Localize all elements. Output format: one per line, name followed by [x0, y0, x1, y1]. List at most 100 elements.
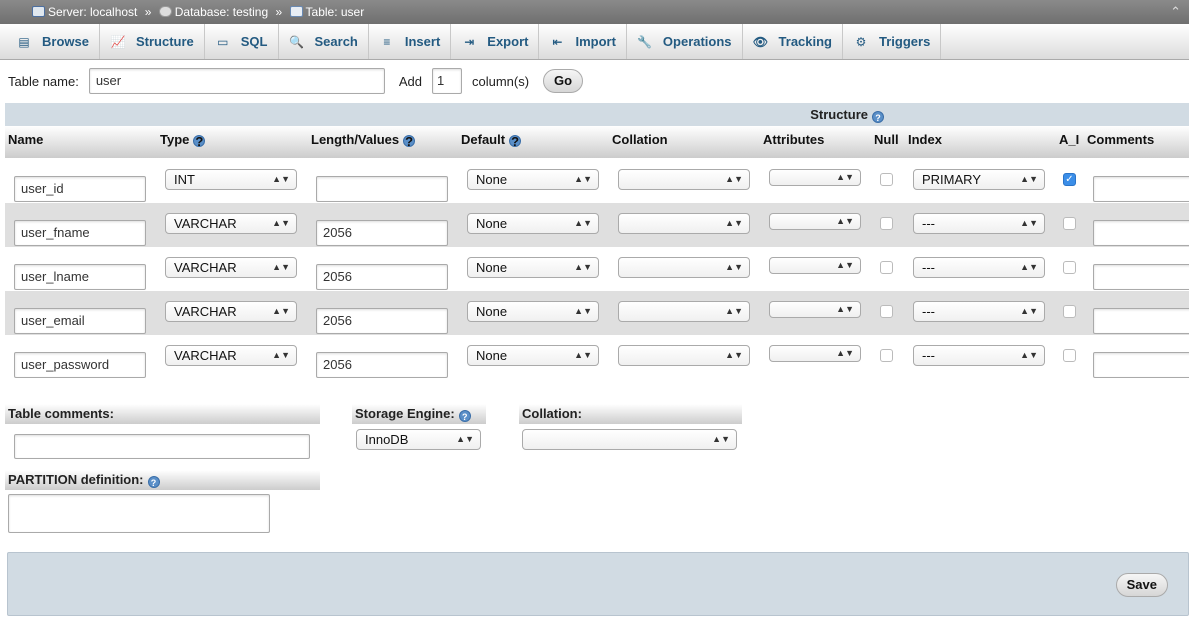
- go-button[interactable]: Go: [543, 69, 584, 93]
- column-default-select[interactable]: None ▲▼: [467, 213, 599, 234]
- storage-engine-header: Storage Engine:?: [352, 404, 486, 424]
- column-ai-checkbox[interactable]: ✓: [1063, 173, 1076, 186]
- tab-operations[interactable]: 🔧 Operations: [627, 24, 743, 59]
- column-comments-input[interactable]: [1093, 264, 1189, 290]
- column-default-select[interactable]: None ▲▼: [467, 257, 599, 278]
- column-collation-select[interactable]: ▲▼: [618, 301, 750, 322]
- column-name-input[interactable]: user_email: [14, 308, 146, 334]
- save-button[interactable]: Save: [1115, 573, 1168, 597]
- breadcrumb-database[interactable]: Database: testing: [175, 5, 268, 19]
- breadcrumb-server[interactable]: Server: localhost: [48, 5, 137, 19]
- column-index-select[interactable]: PRIMARY ▲▼: [913, 169, 1045, 190]
- column-type-select[interactable]: INT ▲▼: [165, 169, 297, 190]
- tab-insert[interactable]: ≡ Insert: [369, 24, 452, 59]
- tab-label: Insert: [404, 34, 441, 49]
- column-length-input[interactable]: [316, 176, 448, 202]
- column-default-select[interactable]: None ▲▼: [467, 301, 599, 322]
- column-default-select[interactable]: None ▲▼: [467, 169, 599, 190]
- table-row: user_password VARCHAR ▲▼ 2056 None ▲▼ ▲▼ ▲▼ --- ▲…: [5, 335, 1189, 379]
- breadcrumb-table[interactable]: Table: user: [306, 5, 365, 19]
- column-type-select[interactable]: VARCHAR ▲▼: [165, 213, 297, 234]
- column-ai-checkbox[interactable]: [1063, 349, 1076, 362]
- column-null-checkbox[interactable]: [880, 173, 893, 186]
- column-collation-select[interactable]: ▲▼: [618, 169, 750, 190]
- column-ai-checkbox[interactable]: [1063, 261, 1076, 274]
- tab-import[interactable]: ⇤ Import: [539, 24, 627, 59]
- structure-icon: 📈: [110, 34, 126, 49]
- column-default-select[interactable]: None ▲▼: [467, 345, 599, 366]
- add-count-input[interactable]: 1: [431, 68, 462, 94]
- column-index-select[interactable]: --- ▲▼: [913, 213, 1045, 234]
- column-length-input[interactable]: 2056: [316, 220, 448, 246]
- column-name-input[interactable]: user_password: [14, 352, 146, 378]
- browse-icon: ▤: [18, 34, 30, 49]
- column-ai-checkbox[interactable]: [1063, 305, 1076, 318]
- tab-tracking[interactable]: 👁 Tracking: [743, 24, 843, 59]
- tab-sql[interactable]: ▭ SQL: [205, 24, 279, 59]
- select-arrow-icon: ▲▼: [272, 306, 290, 316]
- tab-structure[interactable]: 📈 Structure: [100, 24, 205, 59]
- column-comments-input[interactable]: [1093, 308, 1189, 334]
- storage-engine-select[interactable]: InnoDB ▲▼: [356, 429, 481, 450]
- column-ai-checkbox[interactable]: [1063, 217, 1076, 230]
- column-index-value: PRIMARY: [922, 172, 981, 187]
- column-index-value: ---: [922, 348, 935, 363]
- server-icon: [32, 6, 45, 17]
- column-length-input[interactable]: 2056: [316, 264, 448, 290]
- column-null-checkbox[interactable]: [880, 349, 893, 362]
- column-attributes-select[interactable]: ▲▼: [769, 213, 861, 230]
- column-index-select[interactable]: --- ▲▼: [913, 345, 1045, 366]
- table-comments-input[interactable]: [14, 434, 310, 459]
- help-icon[interactable]: ?: [193, 135, 206, 148]
- column-type-value: VARCHAR: [174, 216, 237, 231]
- column-collation-select[interactable]: ▲▼: [618, 213, 750, 234]
- tab-search[interactable]: 🔍 Search: [279, 24, 369, 59]
- partition-textarea[interactable]: [8, 494, 270, 533]
- column-attributes-select[interactable]: ▲▼: [769, 345, 861, 362]
- column-null-checkbox[interactable]: [880, 261, 893, 274]
- column-comments-input[interactable]: [1093, 352, 1189, 378]
- select-arrow-icon: ▲▼: [574, 174, 592, 184]
- help-icon[interactable]: ?: [509, 135, 522, 148]
- select-arrow-icon: ▲▼: [1020, 306, 1038, 316]
- column-type-select[interactable]: VARCHAR ▲▼: [165, 301, 297, 322]
- tab-browse[interactable]: ▤ Browse: [6, 24, 100, 59]
- column-collation-select[interactable]: ▲▼: [618, 257, 750, 278]
- column-name-input[interactable]: user_id: [14, 176, 146, 202]
- column-comments-input[interactable]: [1093, 176, 1189, 202]
- partition-label: PARTITION definition:: [8, 472, 144, 487]
- column-collation-select[interactable]: ▲▼: [618, 345, 750, 366]
- help-icon[interactable]: ?: [872, 111, 884, 123]
- table-name-input[interactable]: user: [88, 68, 385, 94]
- column-attributes-select[interactable]: ▲▼: [769, 257, 861, 274]
- column-name-input[interactable]: user_lname: [14, 264, 146, 290]
- column-type-select[interactable]: VARCHAR ▲▼: [165, 345, 297, 366]
- search-icon: 🔍: [289, 34, 304, 49]
- tab-label: Triggers: [879, 34, 931, 49]
- table-name-row: Table name: user Add 1 column(s) Go: [8, 67, 584, 95]
- help-icon[interactable]: ?: [403, 135, 416, 148]
- column-name-input[interactable]: user_fname: [14, 220, 146, 246]
- header-collation: Collation: [612, 132, 668, 147]
- select-arrow-icon: ▲▼: [725, 218, 743, 228]
- table-comments-header: Table comments:: [5, 404, 320, 424]
- tab-triggers[interactable]: ⚙ Triggers: [843, 24, 942, 59]
- tab-label: SQL: [240, 34, 268, 49]
- column-attributes-select[interactable]: ▲▼: [769, 301, 861, 318]
- tab-export[interactable]: ⇥ Export: [451, 24, 540, 59]
- column-index-select[interactable]: --- ▲▼: [913, 301, 1045, 322]
- column-length-input[interactable]: 2056: [316, 308, 448, 334]
- column-type-select[interactable]: VARCHAR ▲▼: [165, 257, 297, 278]
- table-collation-select[interactable]: ▲▼: [522, 429, 737, 450]
- column-comments-input[interactable]: [1093, 220, 1189, 246]
- breadcrumb: Server: localhost » Database: testing » …: [0, 0, 1189, 24]
- column-null-checkbox[interactable]: [880, 305, 893, 318]
- help-icon[interactable]: ?: [458, 410, 471, 422]
- column-null-checkbox[interactable]: [880, 217, 893, 230]
- column-length-input[interactable]: 2056: [316, 352, 448, 378]
- collapse-icon[interactable]: ⌃: [1170, 0, 1181, 24]
- table-row: user_lname VARCHAR ▲▼ 2056 None ▲▼ ▲▼ ▲▼ --- ▲▼: [5, 247, 1189, 291]
- column-attributes-select[interactable]: ▲▼: [769, 169, 861, 186]
- help-icon[interactable]: ?: [147, 476, 160, 488]
- column-index-select[interactable]: --- ▲▼: [913, 257, 1045, 278]
